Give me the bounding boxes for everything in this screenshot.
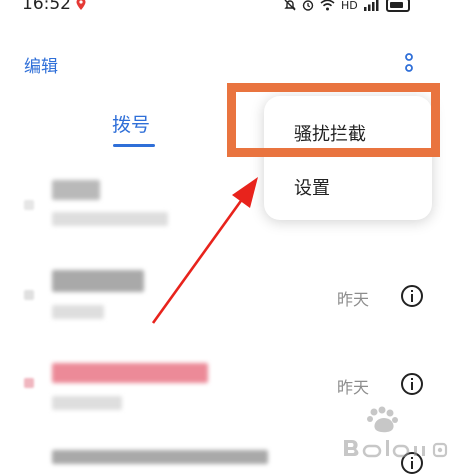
watermark-logo-icon: [344, 406, 448, 458]
annotation-arrow-icon: [151, 177, 258, 324]
